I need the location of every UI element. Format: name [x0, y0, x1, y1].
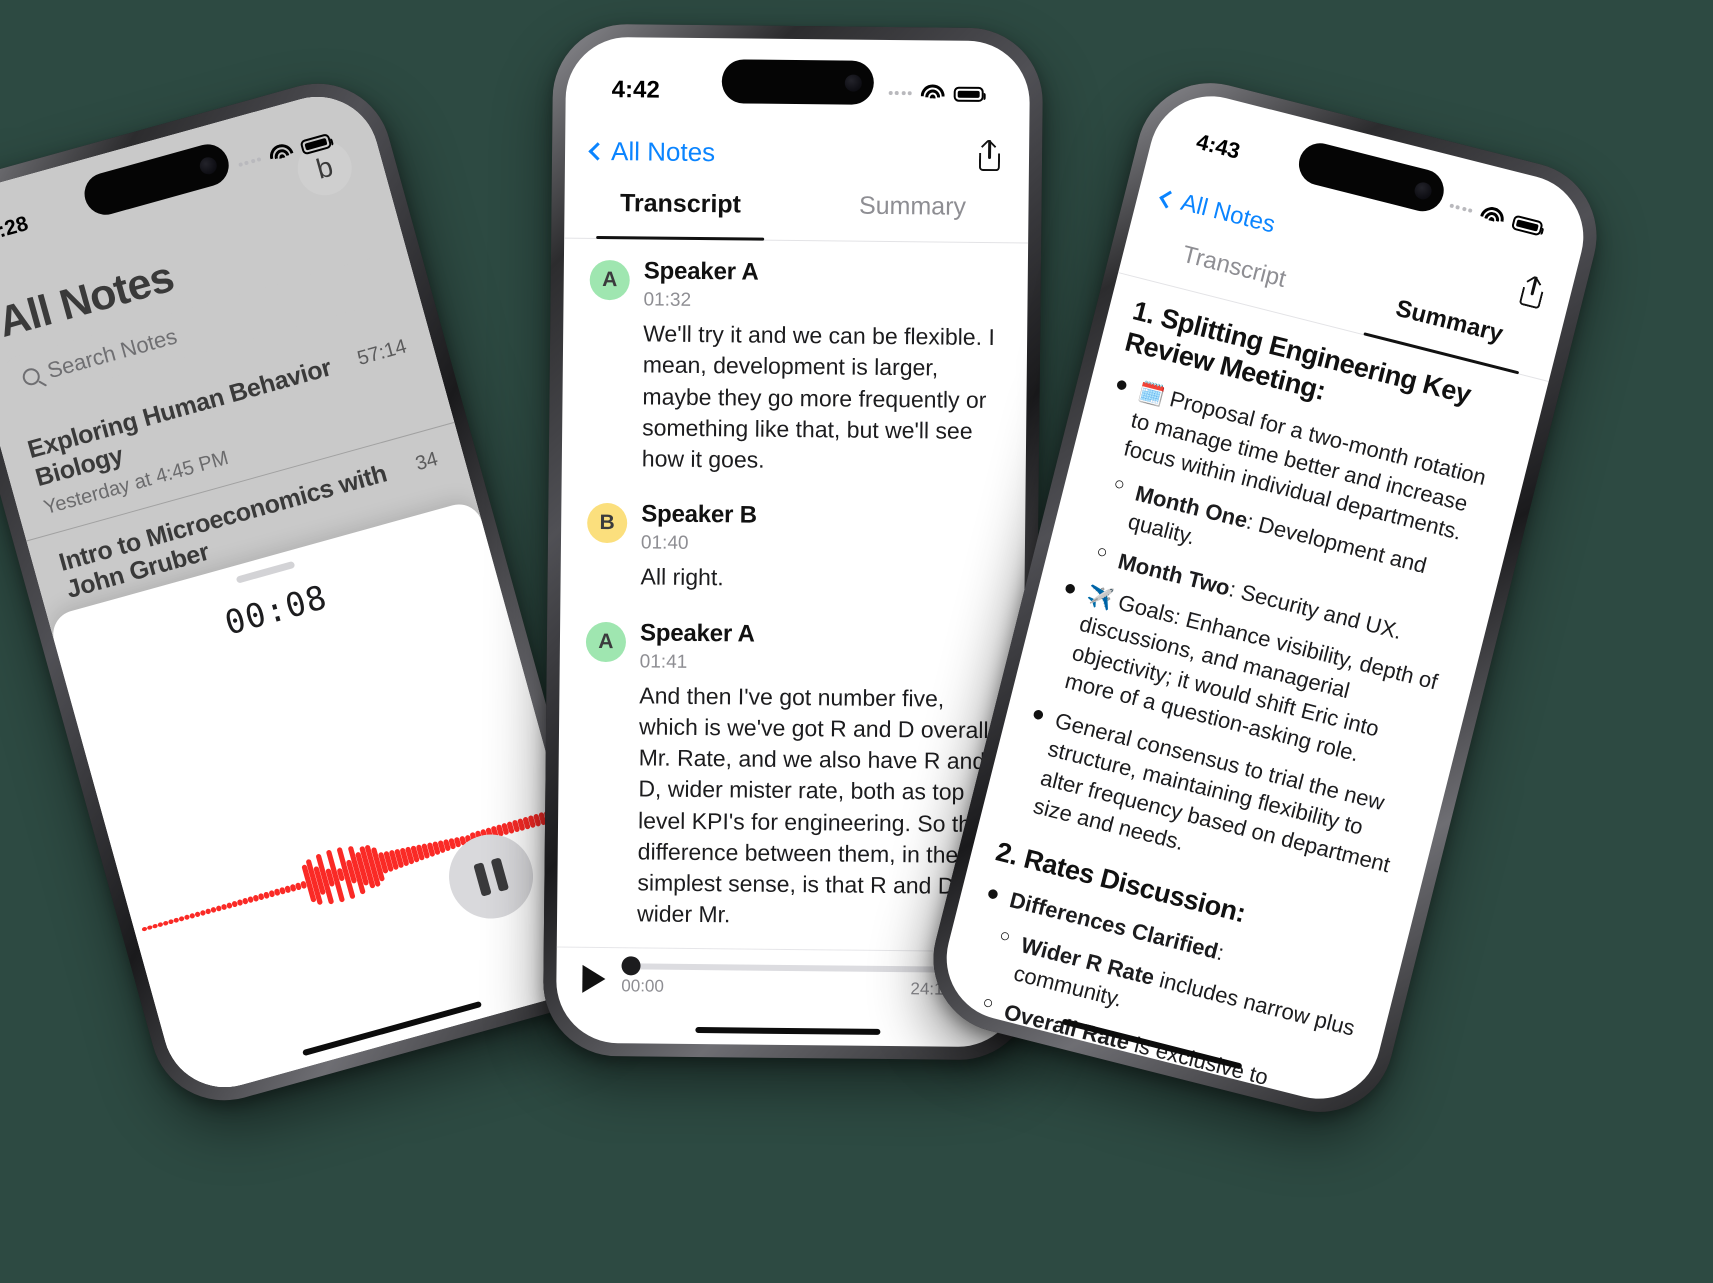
bullet-icon: ○	[997, 924, 1013, 947]
avatar: A	[589, 259, 630, 301]
screenshot-stage: 4:28 b All Notes Search Notes Exploring …	[0, 0, 1713, 1283]
chevron-left-icon	[588, 141, 607, 161]
status-time: 4:43	[1193, 128, 1243, 164]
calendar-emoji-icon: 🗓️	[1135, 379, 1167, 409]
sheet-grabber[interactable]	[235, 560, 296, 584]
seek-track	[621, 963, 954, 973]
bullet-icon: ●	[1060, 573, 1080, 602]
play-icon[interactable]	[582, 964, 606, 993]
share-icon[interactable]	[1516, 273, 1550, 311]
center-status-bar: 4:42	[565, 37, 1030, 126]
avatar: A	[585, 621, 627, 662]
cellular-dots-icon	[237, 157, 262, 168]
transcript-entry: A Speaker A 01:41 And then I've got numb…	[580, 618, 998, 951]
utterance-text: We'll try it and we can be flexible. I m…	[641, 320, 995, 473]
note-duration: 57:14	[354, 335, 410, 370]
speaker-timestamp: 01:41	[639, 650, 688, 673]
speaker-timestamp: 01:32	[643, 289, 692, 311]
bullet-icon: ○	[1094, 540, 1111, 563]
note-duration: 34	[412, 447, 441, 475]
elapsed-time: 00:00	[621, 976, 664, 996]
bullet-icon: ●	[1029, 699, 1049, 728]
status-time: 4:28	[0, 212, 31, 246]
avatar: B	[586, 503, 628, 544]
speaker-name: Speaker A	[639, 618, 755, 648]
battery-icon	[1511, 214, 1544, 236]
tab-summary[interactable]: Summary	[796, 185, 1029, 242]
status-time: 4:42	[611, 76, 660, 104]
transcript-entry: A Speaker A 01:32 We'll try it and we ca…	[588, 257, 1002, 479]
transcript-list[interactable]: A Speaker A 01:32 We'll try it and we ca…	[557, 243, 1028, 952]
back-label: All Notes	[610, 135, 716, 167]
wifi-icon	[267, 141, 295, 165]
center-nav-bar: All Notes	[565, 123, 1030, 184]
wifi-icon	[1479, 204, 1507, 227]
left-screen: 4:28 b All Notes Search Notes Exploring …	[0, 82, 610, 1102]
search-icon	[20, 365, 42, 387]
speaker-name: Speaker A	[643, 257, 759, 286]
phone-left-all-notes: 4:28 b All Notes Search Notes Exploring …	[0, 66, 626, 1118]
tab-transcript[interactable]: Transcript	[564, 183, 797, 240]
wifi-icon	[920, 84, 945, 102]
home-indicator	[695, 1027, 881, 1035]
share-icon[interactable]	[976, 138, 1003, 172]
seek-slider[interactable]: 00:00 24:10	[621, 956, 954, 999]
airplane-emoji-icon: ✈️	[1084, 583, 1116, 613]
tab-bar: Transcript Summary	[564, 182, 1029, 244]
battery-icon	[299, 132, 333, 155]
cellular-dots-icon	[888, 90, 912, 96]
speaker-timestamp: 01:40	[640, 532, 689, 555]
seek-knob[interactable]	[621, 956, 641, 976]
bullet-icon: ●	[983, 879, 1003, 907]
speaker-name: Speaker B	[641, 500, 758, 529]
bullet-icon: ●	[1112, 369, 1132, 398]
bullet-icon: ○	[980, 991, 996, 1014]
back-label: All Notes	[1178, 188, 1278, 239]
back-to-all-notes-button[interactable]: All Notes	[588, 135, 716, 167]
bullet-icon: ○	[1111, 472, 1128, 495]
utterance-text: And then I've got number five, which is …	[636, 681, 989, 928]
battery-icon	[953, 86, 984, 102]
transcript-entry: B Speaker B 01:40 All right.	[586, 500, 999, 597]
utterance-text: All right.	[640, 563, 724, 591]
search-placeholder: Search Notes	[44, 323, 180, 384]
cellular-dots-icon	[1448, 203, 1473, 213]
chevron-left-icon	[1159, 190, 1178, 209]
